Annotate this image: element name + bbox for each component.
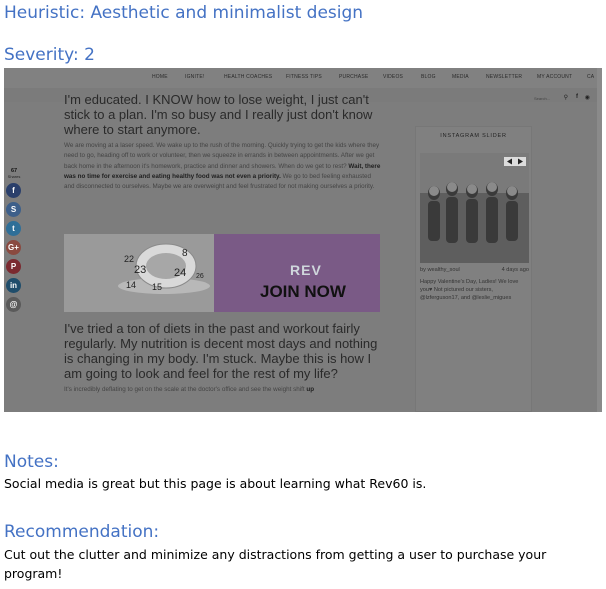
para3-bold: up — [306, 386, 315, 393]
nav-home[interactable]: HOME — [152, 74, 168, 80]
nav-media[interactable]: MEDIA — [452, 74, 469, 80]
para1-text-a: We are moving at a laser speed. We wake … — [64, 142, 380, 170]
article: I'm educated. I KNOW how to lose weight,… — [62, 92, 382, 192]
googleplus-share-icon[interactable]: G+ — [6, 240, 21, 255]
article-paragraph-2-wrap: I've tried a ton of diets in the past an… — [64, 321, 380, 395]
notes-text: Social media is great but this page is a… — [4, 476, 427, 491]
nav-cart[interactable]: CA — [587, 74, 594, 80]
article-intro-line3: where to start anymore. — [64, 122, 201, 137]
article-intro-line1: I'm educated. I KNOW how to lose weight,… — [64, 92, 369, 107]
notes-heading: Notes: — [4, 452, 59, 472]
instagram-user[interactable]: by wealthy_soul — [420, 267, 460, 273]
screenshot-scrollbar[interactable] — [597, 68, 602, 412]
facebook-share-icon[interactable]: f — [6, 183, 21, 198]
nav-videos[interactable]: VIDEOS — [383, 74, 403, 80]
tape-number-14: 14 — [126, 280, 136, 290]
instagram-time: 4 days ago — [501, 267, 529, 273]
tape-number-8: 8 — [182, 248, 188, 259]
join-now-text: JOIN NOW — [260, 282, 346, 301]
rev-logo: REV — [290, 262, 322, 278]
nav-newsletter[interactable]: NEWSLETTER — [486, 74, 522, 80]
article-paragraph-1: We are moving at a laser speed. We wake … — [64, 141, 382, 192]
tape-number-15: 15 — [152, 282, 162, 292]
stumbleupon-share-icon[interactable]: S — [6, 202, 21, 217]
social-share-bar: 67 Shares f S t G+ P in @ — [4, 168, 24, 312]
share-label: Shares — [7, 174, 21, 179]
para3-text: It's incredibly deflating to get on the … — [64, 386, 307, 393]
email-share-icon[interactable]: @ — [6, 297, 21, 312]
group-photo-illustration — [420, 153, 529, 263]
instagram-slider-widget: INSTAGRAM SLIDER by wealthy_soul 4 days … — [415, 126, 532, 412]
severity-heading: Severity: 2 — [4, 45, 95, 65]
instagram-caption: Happy Valentine's Day, Ladies! We love y… — [420, 279, 519, 302]
nav-ignite[interactable]: IGNITE! — [185, 74, 204, 80]
article-intro-line2: stick to a plan. I'm so busy and I reall… — [64, 107, 373, 122]
tape-number-26: 26 — [196, 273, 204, 280]
recommendation-line2: program! — [4, 566, 63, 581]
nav-purchase[interactable]: PURCHASE — [339, 74, 368, 80]
tape-number-22: 22 — [124, 254, 134, 264]
nav-blog[interactable]: BLOG — [421, 74, 436, 80]
linkedin-share-icon[interactable]: in — [6, 278, 21, 293]
recommendation-line1: Cut out the clutter and minimize any dis… — [4, 547, 547, 562]
nav-health-coaches[interactable]: HEALTH COACHES — [224, 74, 272, 80]
instagram-icon[interactable]: ◉ — [585, 94, 590, 101]
instagram-meta: by wealthy_soul 4 days ago — [420, 267, 529, 273]
search-icon[interactable]: ⚲ — [564, 94, 568, 101]
heuristic-heading: Heuristic: Aesthetic and minimalist desi… — [4, 3, 364, 23]
article-paragraph-3: It's incredibly deflating to get on the … — [64, 385, 380, 395]
website-screenshot: HOME IGNITE! HEALTH COACHES FITNESS TIPS… — [4, 68, 602, 412]
twitter-share-icon[interactable]: t — [6, 221, 21, 236]
tape-number-23: 23 — [134, 264, 146, 276]
nav-fitness-tips[interactable]: FITNESS TIPS — [286, 74, 322, 80]
measuring-tape-illustration: 22 8 23 24 26 14 15 — [118, 243, 210, 294]
site-nav: HOME IGNITE! HEALTH COACHES FITNESS TIPS… — [4, 68, 602, 88]
tape-number-24: 24 — [174, 267, 186, 279]
facebook-icon[interactable]: f — [576, 94, 578, 100]
nav-my-account[interactable]: MY ACCOUNT — [537, 74, 572, 80]
rev-join-now-banner[interactable]: 22 8 23 24 26 14 15 REV JOIN NOW — [64, 234, 380, 312]
pinterest-share-icon[interactable]: P — [6, 259, 21, 274]
instagram-slider-title: INSTAGRAM SLIDER — [440, 133, 507, 139]
instagram-photo[interactable] — [420, 153, 529, 263]
article-paragraph-2: I've tried a ton of diets in the past an… — [64, 321, 378, 381]
site-search-input[interactable]: Search... — [534, 96, 556, 102]
recommendation-heading: Recommendation: — [4, 522, 160, 542]
